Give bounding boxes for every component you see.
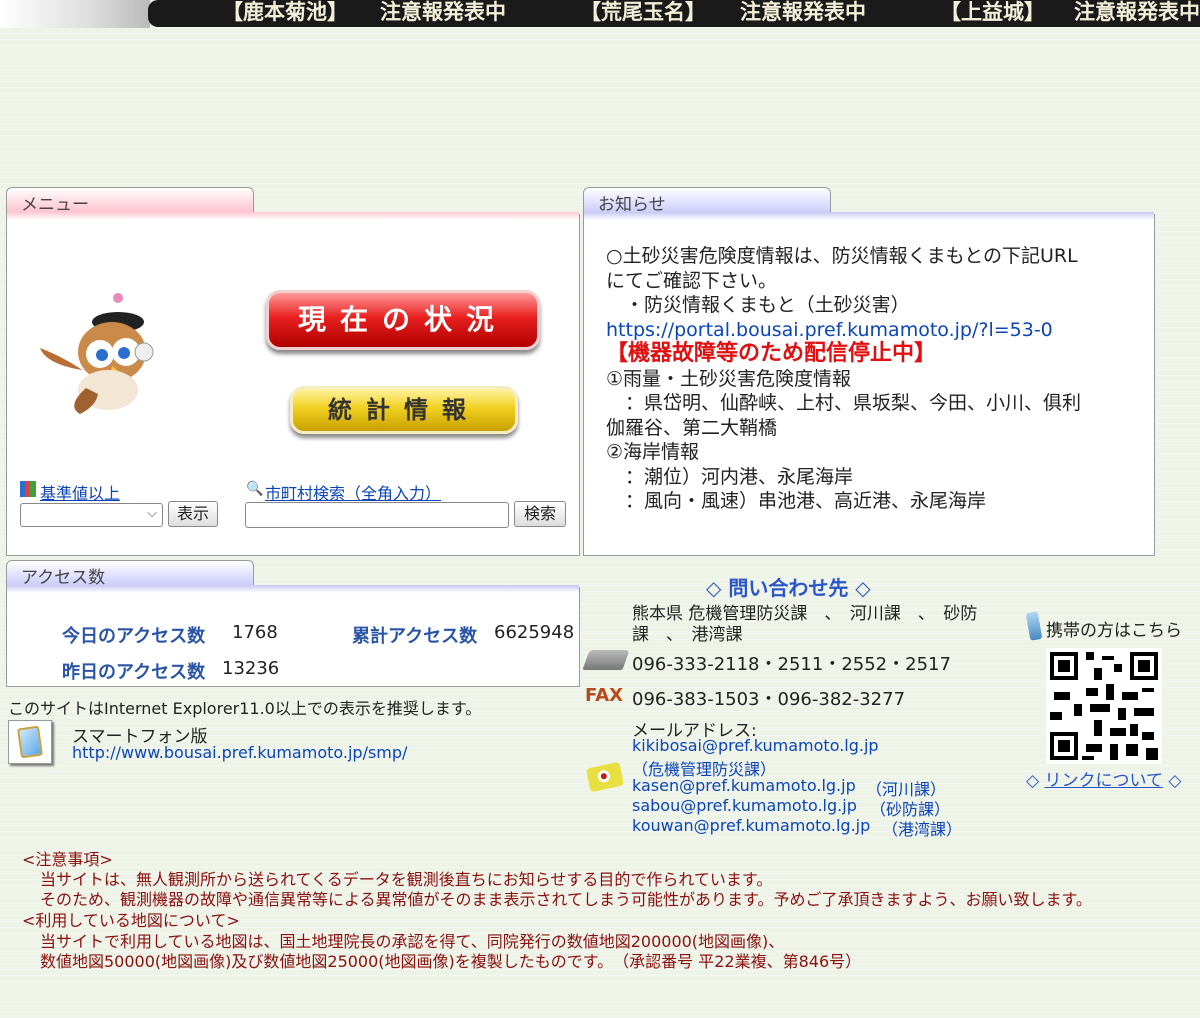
tab-access: アクセス数 — [6, 560, 254, 588]
notice-line: ②海岸情報 — [606, 441, 700, 463]
ticker-status: 注意報発表中 — [740, 0, 866, 24]
ie-recommend-note: このサイトはInternet Explorer11.0以上での表示を推奨します。 — [8, 699, 482, 718]
mail-address-link[interactable]: kikibosai@pref.kumamoto.lg.jp — [632, 736, 879, 755]
warning-ticker: 【鹿本菊池】 注意報発表中 【荒尾玉名】 注意報発表中 【上益城】 注意報発表中 — [148, 0, 1200, 27]
mail-address-link[interactable]: sabou@pref.kumamoto.lg.jp — [632, 796, 857, 815]
ticker-area: 【鹿本菊池】 — [222, 0, 348, 24]
ticker-area: 【荒尾玉名】 — [580, 0, 706, 24]
ticker-area: 【上益城】 — [940, 0, 1045, 24]
total-access-value: 6625948 — [494, 622, 575, 643]
mascot-owl-icon — [40, 293, 154, 414]
threshold-select[interactable]: ⌵ — [20, 503, 163, 527]
city-search-link[interactable]: 市町村検索（全角入力） — [265, 480, 441, 504]
notice-url-link[interactable]: https://portal.bousai.pref.kumamoto.jp/?… — [606, 318, 1136, 343]
notice-alert-heading: 【機器故障等のため配信停止中】 — [606, 341, 937, 366]
mail-address-link[interactable]: kasen@pref.kumamoto.lg.jp — [632, 776, 856, 795]
today-access-value: 1768 — [232, 622, 278, 643]
smartphone-icon[interactable] — [8, 720, 52, 764]
header-decoration — [0, 0, 150, 28]
yesterday-access-label: 昨日のアクセス数 — [62, 662, 206, 683]
ticker-status: 注意報発表中 — [380, 0, 506, 24]
statistics-button[interactable]: 統計情報 — [290, 386, 518, 434]
tab-notice: お知らせ — [583, 187, 831, 215]
link-policy-text[interactable]: リンクについて — [1044, 771, 1163, 791]
notice-line: ・防災情報くまもと（土砂災害） — [606, 294, 910, 316]
mail-address-link[interactable]: kouwan@pref.kumamoto.lg.jp — [632, 816, 870, 835]
search-button[interactable]: 検索 — [514, 501, 566, 527]
contact-departments-cont: 課 、 港湾課 — [632, 625, 743, 645]
yesterday-access-value: 13236 — [222, 658, 280, 679]
threshold-link[interactable]: 基準値以上 — [40, 480, 120, 504]
ticker-status: 注意報発表中 — [1074, 0, 1200, 24]
search-icon: 🔍 — [246, 481, 264, 497]
notice-line: 伽羅谷、第二大鞘橋 — [606, 416, 778, 439]
link-policy[interactable]: ◇ リンクについて ◇ — [1026, 766, 1181, 791]
notice-line: ：県岱明、仙酔峡、上村、県坂梨、今田、小川、俱利 — [606, 392, 1082, 414]
tab-menu: メニュー — [6, 187, 254, 215]
mobile-label: 携帯の方はこちら — [1046, 621, 1182, 641]
notice-line: ：風向・風速）串池港、高近港、永尾海岸 — [606, 490, 987, 512]
notice-line: ：潮位）河内港、永尾海岸 — [606, 465, 854, 488]
contact-heading: ◇ 問い合わせ先 ◇ — [706, 576, 871, 600]
notice-line: ○土砂災害危険度情報は、防災情報くまもとの下記URL — [606, 245, 1078, 267]
fax-label: FAX — [585, 685, 624, 706]
mobile-phone-icon — [1025, 611, 1043, 641]
current-status-button[interactable]: 現在の状況 — [266, 290, 540, 350]
mail-dept-note: （港湾課） — [882, 820, 963, 839]
chevron-down-icon: ⌵ — [147, 506, 157, 521]
contact-fax: 096-383-1503・096-382-3277 — [632, 689, 906, 710]
smartphone-url-link[interactable]: http://www.bousai.pref.kumamoto.jp/smp/ — [72, 743, 407, 762]
total-access-label: 累計アクセス数 — [352, 626, 478, 647]
today-access-label: 今日のアクセス数 — [62, 626, 206, 647]
notice-line: ①雨量・土砂災害危険度情報 — [606, 367, 852, 390]
notice-line: にてご確認下さい。 — [606, 269, 778, 292]
map-text: 数値地図50000(地図画像)及び数値地図25000(地図画像)を複製したもので… — [40, 952, 862, 971]
show-button[interactable]: 表示 — [168, 501, 218, 527]
contact-tel: 096-333-2118・2511・2552・2517 — [632, 654, 951, 675]
city-search-input[interactable] — [245, 502, 509, 528]
mail-icon — [585, 761, 625, 793]
qr-code-icon[interactable] — [1046, 648, 1162, 764]
chart-icon — [20, 481, 36, 497]
telephone-icon — [582, 650, 630, 670]
notice-content[interactable]: ○土砂災害危険度情報は、防災情報くまもとの下記URL にてご確認下さい。 ・防災… — [606, 244, 1136, 528]
